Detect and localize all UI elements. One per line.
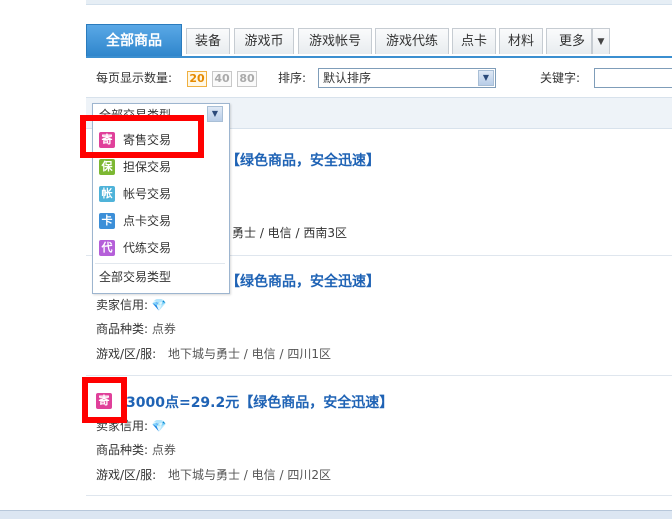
category-row: 商品种类: 点券 (96, 320, 176, 337)
category-value: 点券 (151, 443, 176, 457)
sort-label: 排序: (278, 71, 307, 85)
seller-credit-label: 卖家信用: (96, 298, 149, 312)
listing-item: 寄 3000点=29.2元【绿色商品，安全迅速】 卖家信用: 💎 商品种类: 点… (86, 383, 672, 493)
guarantee-badge-icon: 保 (99, 159, 115, 175)
option-label: 帐号交易 (123, 187, 172, 201)
chevron-down-icon: ▼ (478, 70, 494, 86)
category-label: 商品种类: (96, 322, 149, 336)
server-row: 游戏/区/服: 地下城与勇士 / 电信 / 四川1区 (96, 345, 331, 362)
tab-all-goods[interactable]: 全部商品 (86, 24, 182, 56)
tab-game-currency[interactable]: 游戏币 (234, 28, 294, 54)
listing-title[interactable]: 3000点=29.2元【绿色商品，安全迅速】 (126, 392, 393, 412)
tab-game-account[interactable]: 游戏帐号 (298, 28, 372, 54)
divider (95, 263, 225, 264)
divider (86, 495, 672, 496)
server-value: 地下城与勇士 / 电信 / 四川1区 (167, 347, 331, 361)
diamond-icon: 💎 (151, 298, 167, 312)
keyword-label: 关键字: (540, 71, 581, 85)
option-label: 点卡交易 (123, 214, 172, 228)
per-page-option-80[interactable]: 80 (237, 71, 257, 87)
server-row: 游戏/区/服: 地下城与勇士 / 电信 / 四川2区 (96, 466, 331, 483)
tab-game-leveling[interactable]: 游戏代练 (375, 28, 449, 54)
tab-materials[interactable]: 材料 (499, 28, 543, 54)
card-badge-icon: 卡 (99, 213, 115, 229)
listing-title[interactable]: 【绿色商品，安全迅速】 (226, 150, 380, 170)
trade-type-option-account[interactable]: 帐 帐号交易 (97, 183, 225, 205)
server-label: 游戏/区/服: (96, 347, 157, 361)
option-label: 担保交易 (123, 160, 172, 174)
tab-equipment[interactable]: 装备 (186, 28, 230, 54)
category-row: 商品种类: 点券 (96, 441, 176, 458)
top-border (86, 0, 672, 5)
trade-type-option-guarantee[interactable]: 保 担保交易 (97, 156, 225, 178)
server-label: 游戏/区/服: (96, 468, 157, 482)
sort-select[interactable]: 默认排序 ▼ (318, 68, 496, 88)
filter-bar: 每页显示数量: 20 40 80 排序: 默认排序 ▼ 关键字: (96, 66, 672, 90)
trade-type-option-leveling[interactable]: 代 代练交易 (97, 237, 225, 259)
highlight-box (80, 115, 204, 158)
category-label: 商品种类: (96, 443, 149, 457)
tab-point-card[interactable]: 点卡 (452, 28, 496, 54)
category-tabs: 全部商品 装备 游戏币 游戏帐号 游戏代练 点卡 材料 更多 ▼ (86, 24, 672, 58)
per-page-option-40[interactable]: 40 (212, 71, 232, 87)
listing-server: 勇士 / 电信 / 西南3区 (232, 226, 347, 240)
more-chevron-down-icon[interactable]: ▼ (592, 28, 610, 54)
account-badge-icon: 帐 (99, 186, 115, 202)
category-value: 点券 (151, 322, 176, 336)
trade-type-option-all[interactable]: 全部交易类型 (99, 267, 171, 287)
seller-credit-row: 卖家信用: 💎 (96, 296, 167, 313)
keyword-input[interactable] (594, 68, 672, 88)
sort-select-value: 默认排序 (323, 71, 372, 85)
tab-more[interactable]: 更多 (546, 28, 592, 54)
per-page-option-20[interactable]: 20 (187, 71, 207, 87)
highlight-box (82, 377, 127, 423)
per-page-label: 每页显示数量: (96, 71, 173, 85)
diamond-icon: 💎 (151, 419, 167, 433)
leveling-badge-icon: 代 (99, 240, 115, 256)
divider (86, 375, 672, 376)
chevron-down-icon[interactable]: ▼ (207, 106, 223, 122)
trade-type-option-card[interactable]: 卡 点卡交易 (97, 210, 225, 232)
server-value: 地下城与勇士 / 电信 / 四川2区 (167, 468, 331, 482)
listing-title[interactable]: 【绿色商品，安全迅速】 (226, 271, 380, 291)
option-label: 代练交易 (123, 241, 172, 255)
